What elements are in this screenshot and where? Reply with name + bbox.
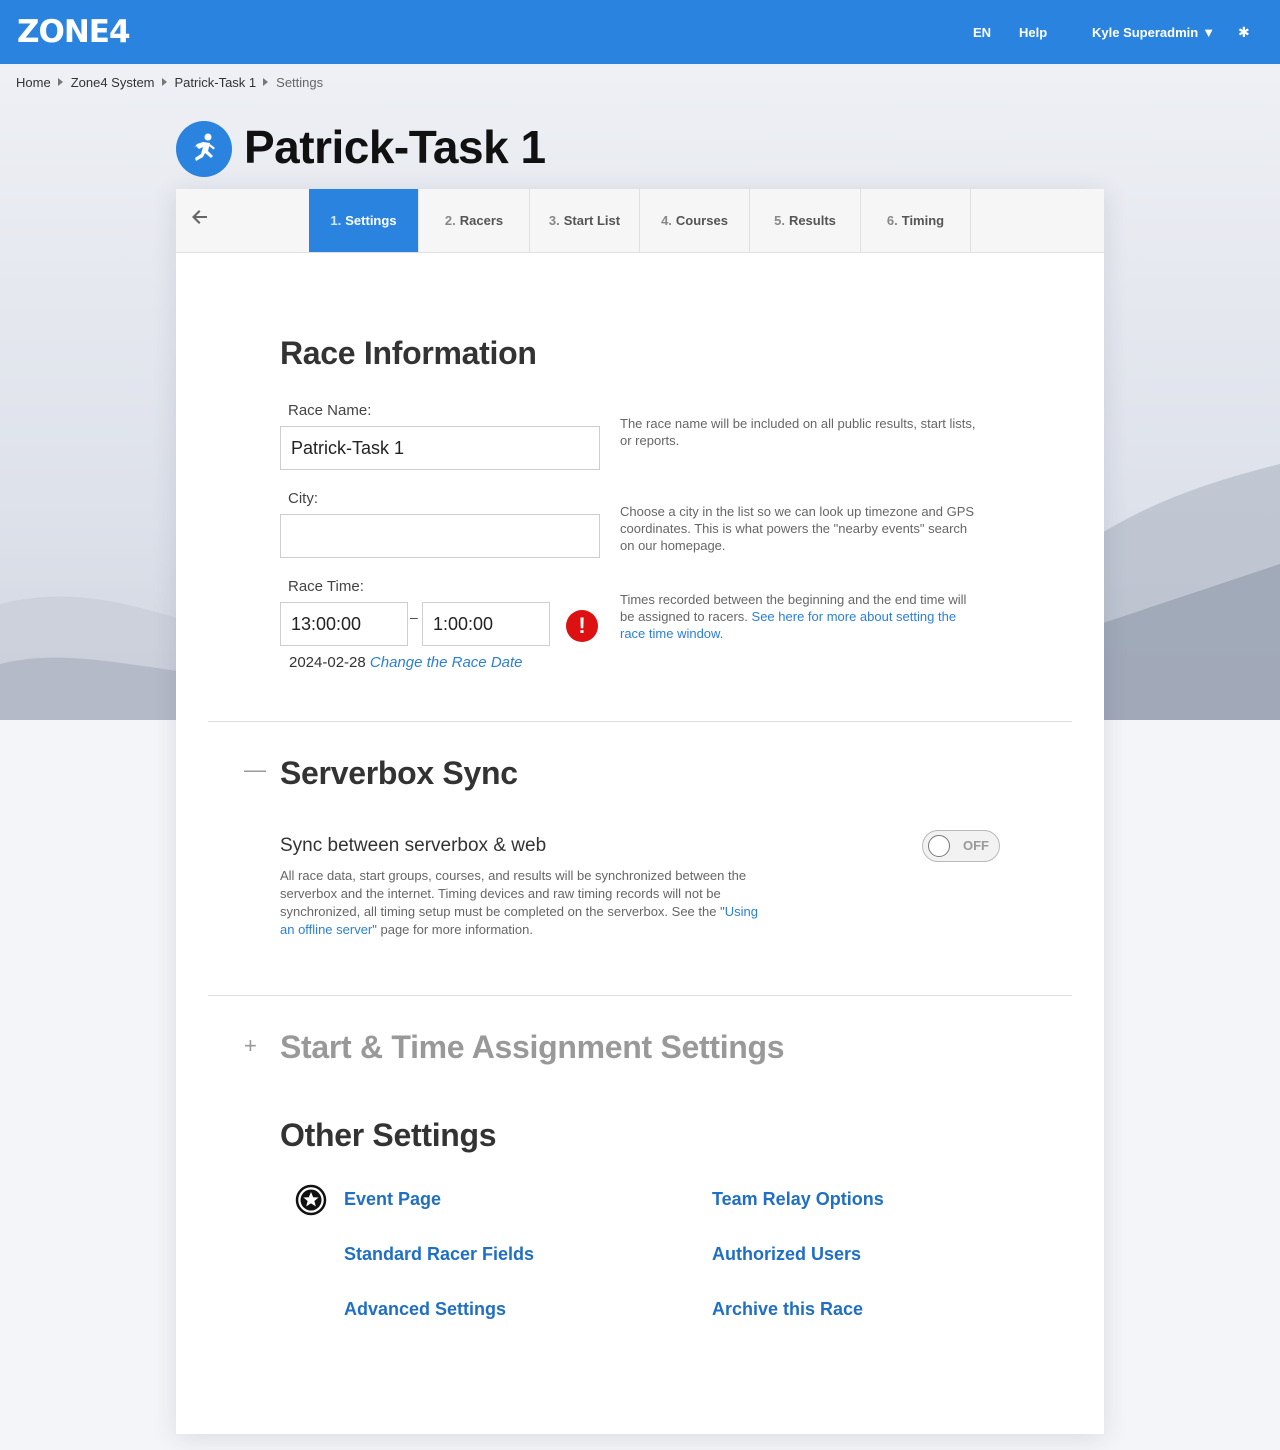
city-label: City:	[288, 490, 318, 507]
tab-courses[interactable]: 4. Courses	[640, 189, 750, 252]
section-divider	[208, 995, 1072, 996]
help-link[interactable]: Help	[1019, 0, 1047, 64]
toggle-label: OFF	[963, 838, 989, 853]
event-page-link[interactable]: Event Page	[344, 1189, 441, 1210]
race-name-help: The race name will be included on all pu…	[620, 416, 976, 448]
collapse-icon[interactable]: —	[244, 757, 266, 783]
archive-race-link[interactable]: Archive this Race	[712, 1299, 863, 1320]
authorized-users-link[interactable]: Authorized Users	[712, 1244, 861, 1265]
tab-start-list[interactable]: 3. Start List	[530, 189, 640, 252]
breadcrumb-system[interactable]: Zone4 System	[71, 75, 155, 90]
change-date-link[interactable]: Change the Race Date	[370, 654, 523, 671]
breadcrumb-race[interactable]: Patrick-Task 1	[175, 75, 257, 90]
start-time-assignment-heading[interactable]: Start & Time Assignment Settings	[280, 1029, 785, 1066]
error-icon[interactable]: !	[566, 610, 598, 642]
race-time-help: Times recorded between the beginning and…	[620, 591, 980, 642]
chevron-down-icon: ▼	[1202, 24, 1216, 40]
tab-timing[interactable]: 6. Timing	[861, 189, 971, 252]
race-date-line: 2024-02-28 Change the Race Date	[289, 654, 523, 671]
other-settings-heading: Other Settings	[280, 1117, 497, 1153]
tab-settings[interactable]: 1. Settings	[309, 189, 419, 252]
breadcrumb-separator-icon	[263, 78, 269, 86]
time-separator: –	[410, 609, 418, 625]
sync-toggle[interactable]: OFF	[922, 830, 1000, 862]
tab-results[interactable]: 5. Results	[750, 189, 861, 252]
race-name-input[interactable]: Patrick-Task 1	[280, 426, 600, 470]
race-information-heading: Race Information	[280, 335, 537, 371]
settings-card: 1. Settings 2. Racers 3. Start List 4. Cours…	[176, 189, 1104, 1434]
top-navbar: ZONE4 EN Help Kyle Superadmin ▼ ✱	[0, 0, 1280, 64]
running-person-icon	[176, 121, 232, 177]
city-input[interactable]	[280, 514, 600, 558]
city-help: Choose a city in the list so we can look…	[620, 504, 975, 553]
breadcrumb-separator-icon	[161, 78, 167, 86]
sync-title: Sync between serverbox & web	[280, 835, 547, 856]
start-time-input[interactable]: 13:00:00	[280, 602, 408, 646]
breadcrumb: Home Zone4 System Patrick-Task 1 Setting…	[16, 72, 323, 92]
end-time-input[interactable]: 1:00:00	[422, 602, 550, 646]
team-relay-options-link[interactable]: Team Relay Options	[712, 1189, 884, 1210]
user-name: Kyle Superadmin	[1092, 24, 1199, 40]
tab-racers[interactable]: 2. Racers	[419, 189, 530, 252]
settings-icon[interactable]: ✱	[1238, 0, 1250, 64]
section-divider	[208, 721, 1072, 722]
advanced-settings-link[interactable]: Advanced Settings	[344, 1299, 506, 1320]
sync-description: All race data, start groups, courses, an…	[280, 868, 758, 937]
serverbox-sync-heading: Serverbox Sync	[280, 755, 518, 791]
race-date: 2024-02-28	[289, 654, 366, 671]
race-name-label: Race Name:	[288, 402, 372, 419]
tab-bar: 1. Settings 2. Racers 3. Start List 4. Cours…	[176, 189, 1104, 253]
page-title: Patrick-Task 1	[244, 121, 546, 173]
breadcrumb-home[interactable]: Home	[16, 75, 51, 90]
star-icon	[295, 1184, 327, 1216]
expand-icon[interactable]: +	[244, 1033, 257, 1059]
user-menu[interactable]: Kyle Superadmin ▼	[1092, 0, 1215, 64]
race-time-label: Race Time:	[288, 578, 364, 595]
back-arrow-icon[interactable]	[192, 207, 208, 227]
toggle-knob	[928, 835, 950, 857]
zone4-logo[interactable]: ZONE4	[17, 14, 131, 50]
language-selector[interactable]: EN	[973, 0, 991, 64]
breadcrumb-current: Settings	[276, 74, 324, 90]
standard-racer-fields-link[interactable]: Standard Racer Fields	[344, 1244, 534, 1265]
breadcrumb-separator-icon	[57, 78, 63, 86]
